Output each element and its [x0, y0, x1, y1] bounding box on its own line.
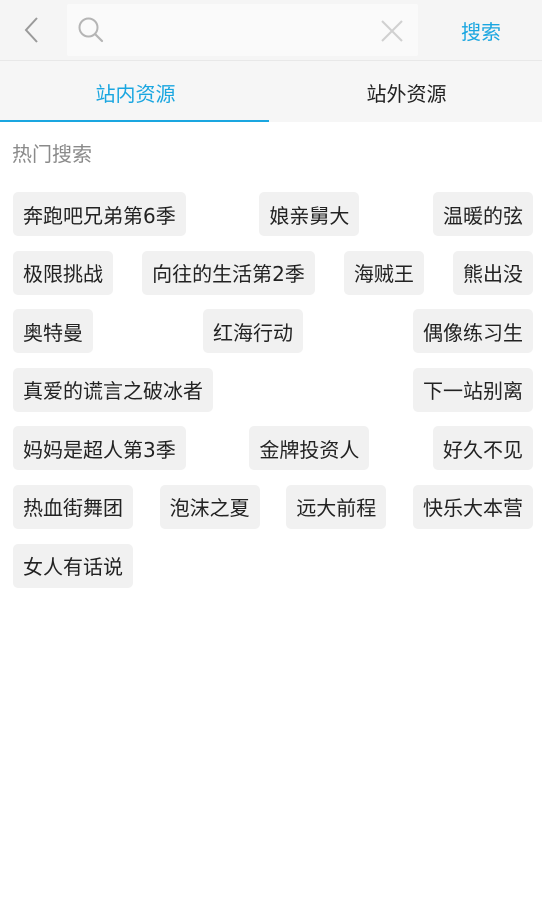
hot-search-tag[interactable]: 奔跑吧兄弟第6季 — [13, 192, 186, 236]
hot-search-tag[interactable]: 快乐大本营 — [412, 484, 533, 529]
hot-search-tag[interactable]: 红海行动 — [203, 309, 303, 354]
tag-row: 女人有话说 — [13, 543, 533, 588]
hot-search-tag[interactable]: 泡沫之夏 — [159, 484, 260, 529]
back-button[interactable] — [12, 10, 52, 50]
search-input[interactable] — [111, 12, 371, 48]
hot-search-tag[interactable]: 奥特曼 — [13, 309, 93, 354]
tag-row: 妈妈是超人第3季 金牌投资人 好久不见 — [13, 426, 533, 471]
hot-search-tag[interactable]: 真爱的谎言之破冰者 — [13, 367, 213, 412]
hot-search-tag[interactable]: 妈妈是超人第3季 — [13, 426, 186, 471]
hot-search-tag[interactable]: 热血街舞团 — [13, 484, 133, 529]
clear-button[interactable] — [379, 18, 405, 44]
search-button[interactable]: 搜索 — [440, 12, 522, 48]
tag-row: 奔跑吧兄弟第6季 娘亲舅大 温暖的弦 — [13, 192, 533, 236]
hot-search-tag[interactable]: 下一站别离 — [413, 367, 533, 412]
tag-row: 热血街舞团 泡沫之夏 远大前程 快乐大本营 — [13, 484, 533, 529]
hot-search-tag[interactable]: 女人有话说 — [13, 543, 133, 588]
tab-internal-resources[interactable]: 站内资源 — [0, 61, 271, 123]
hot-search-tag[interactable]: 偶像练习生 — [413, 309, 533, 354]
tag-row: 极限挑战 向往的生活第2季 海贼王 熊出没 — [13, 250, 533, 295]
close-icon — [381, 20, 403, 42]
hot-search-title: 热门搜索 — [12, 142, 92, 166]
hot-search-tag[interactable]: 好久不见 — [432, 426, 533, 471]
tab-external-resources[interactable]: 站外资源 — [271, 61, 542, 123]
tag-row: 真爱的谎言之破冰者 下一站别离 — [13, 367, 533, 412]
hot-search-tag[interactable]: 海贼王 — [343, 250, 424, 295]
resource-tabs: 站内资源 站外资源 — [0, 60, 542, 122]
hot-search-tag[interactable]: 向往的生活第2季 — [142, 250, 315, 295]
hot-search-tag[interactable]: 温暖的弦 — [432, 192, 533, 236]
hot-search-tag[interactable]: 熊出没 — [452, 250, 533, 295]
tag-row: 奥特曼 红海行动 偶像练习生 — [13, 309, 533, 354]
hot-search-tag[interactable]: 金牌投资人 — [249, 426, 370, 471]
hot-search-tag[interactable]: 极限挑战 — [13, 250, 113, 295]
hot-search-tag[interactable]: 娘亲舅大 — [259, 192, 360, 236]
hot-search-tags: 奔跑吧兄弟第6季 娘亲舅大 温暖的弦 极限挑战 向往的生活第2季 海贼王 熊出没 奥特曼 红海行… — [13, 192, 533, 602]
hot-search-tag[interactable]: 远大前程 — [286, 484, 387, 529]
chevron-left-icon — [24, 17, 38, 43]
search-icon — [77, 16, 105, 44]
search-box — [67, 4, 418, 56]
active-tab-indicator — [0, 120, 269, 122]
search-header: 搜索 — [0, 0, 542, 60]
